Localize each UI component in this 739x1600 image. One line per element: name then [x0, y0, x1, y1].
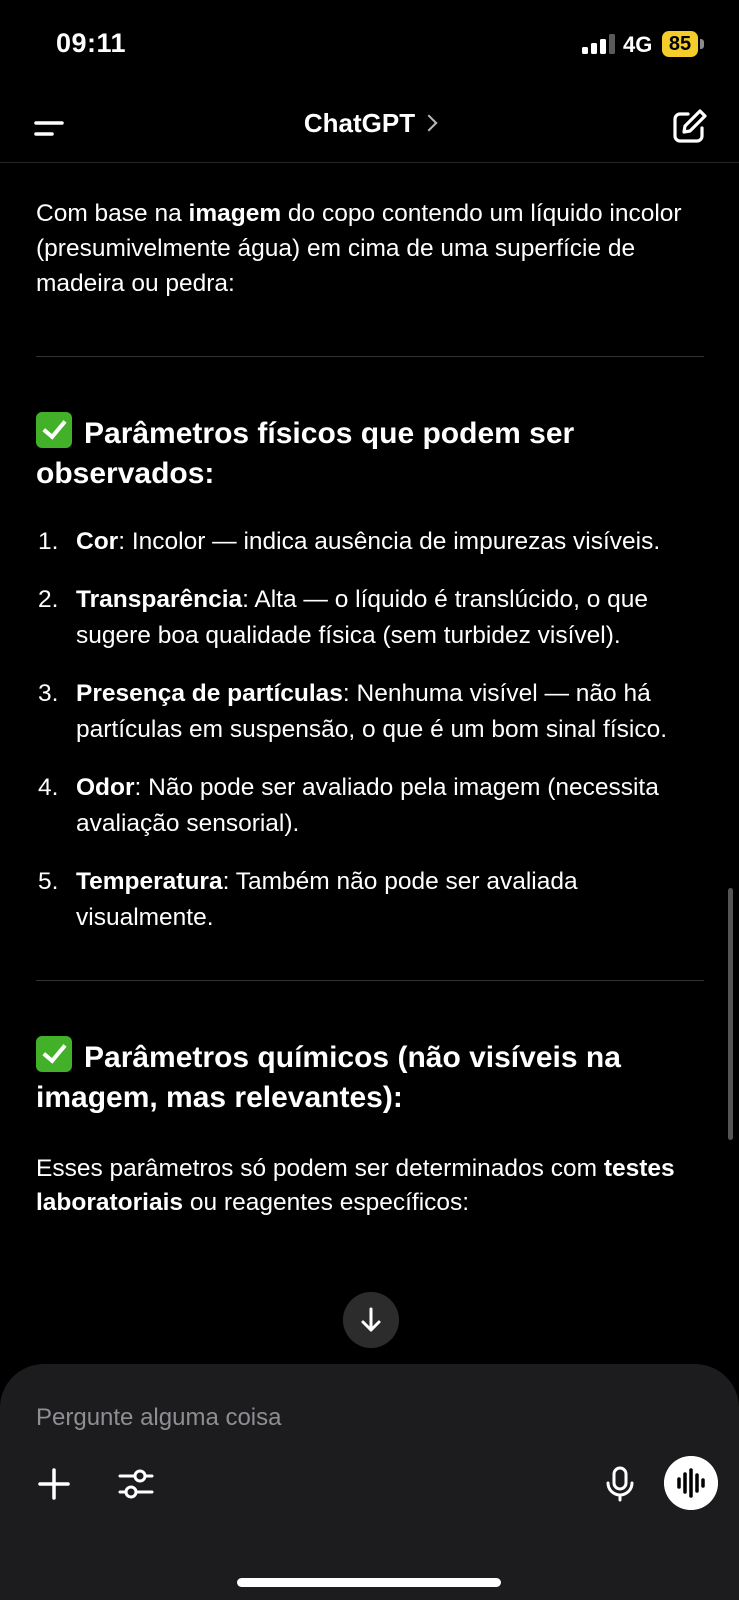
- section-heading-text: Parâmetros físicos que podem ser observa…: [36, 417, 575, 490]
- battery-tip: [700, 39, 704, 49]
- list-item: 3. Presença de partículas: Nenhuma visíve…: [36, 676, 704, 748]
- plus-icon[interactable]: [34, 1464, 74, 1504]
- status-bar: 09:11 4G 85: [0, 0, 739, 92]
- top-bar: ChatGPT: [0, 92, 739, 163]
- list-number: 3.: [38, 680, 59, 707]
- intro-text: Com base na: [36, 200, 189, 227]
- list-term: Cor: [76, 528, 119, 555]
- voice-wave-icon[interactable]: [664, 1456, 718, 1510]
- sliders-icon[interactable]: [116, 1464, 156, 1504]
- intro-paragraph: Com base na imagem do copo contendo um l…: [36, 196, 704, 301]
- list-text: : Incolor — indica ausência de impurezas…: [118, 528, 661, 555]
- list-number: 5.: [38, 868, 59, 895]
- list-number: 4.: [38, 774, 59, 801]
- home-indicator: [237, 1578, 501, 1587]
- divider: [36, 356, 704, 357]
- chevron-right-icon: [420, 114, 438, 132]
- cellular-signal-icon: [582, 34, 615, 54]
- chemical-paragraph: Esses parâmetros só podem ser determinad…: [36, 1152, 704, 1220]
- network-type: 4G: [623, 32, 653, 57]
- divider: [36, 980, 704, 981]
- list-term: Presença de partículas: [76, 680, 343, 707]
- status-time: 09:11: [56, 28, 127, 58]
- list-item: 2. Transparência: Alta — o líquido é tran…: [36, 582, 704, 654]
- scrollbar[interactable]: [728, 888, 733, 1140]
- list-term: Odor: [76, 774, 135, 801]
- list-number: 1.: [38, 528, 59, 555]
- section-heading-physical: Parâmetros físicos que podem ser observa…: [36, 412, 704, 494]
- paragraph-text: Esses parâmetros só podem ser determinad…: [36, 1155, 604, 1182]
- list-number: 2.: [38, 586, 59, 613]
- list-item: 1. Cor: Incolor — indica ausência de impu…: [36, 524, 704, 560]
- physical-params-list: 1. Cor: Incolor — indica ausência de impu…: [36, 524, 704, 936]
- chat-message: Com base na imagem do copo contendo um l…: [36, 163, 704, 1363]
- check-mark-emoji-icon: [36, 1036, 72, 1072]
- page-title: ChatGPT: [303, 108, 416, 138]
- new-chat-icon[interactable]: [668, 104, 712, 148]
- message-input[interactable]: Pergunte alguma coisa: [36, 1404, 281, 1432]
- microphone-icon[interactable]: [600, 1464, 640, 1504]
- list-item: 5. Temperatura: Também não pode ser avali…: [36, 864, 704, 936]
- list-text: : Não pode ser avaliado pela imagem (nec…: [76, 774, 659, 837]
- scroll-to-bottom-button[interactable]: [343, 1292, 399, 1348]
- check-mark-emoji-icon: [36, 412, 72, 448]
- list-term: Transparência: [76, 586, 243, 613]
- battery-level: 85: [662, 31, 698, 57]
- intro-bold: imagem: [188, 200, 282, 227]
- model-selector[interactable]: ChatGPT: [0, 108, 739, 139]
- list-term: Temperatura: [76, 868, 223, 895]
- section-heading-text: Parâmetros químicos (não visíveis na ima…: [36, 1041, 621, 1114]
- list-item: 4. Odor: Não pode ser avaliado pela image…: [36, 770, 704, 842]
- paragraph-text: ou reagentes específicos:: [183, 1189, 470, 1216]
- composer: Pergunte alguma coisa: [0, 1364, 739, 1600]
- section-heading-chemical: Parâmetros químicos (não visíveis na ima…: [36, 1036, 704, 1118]
